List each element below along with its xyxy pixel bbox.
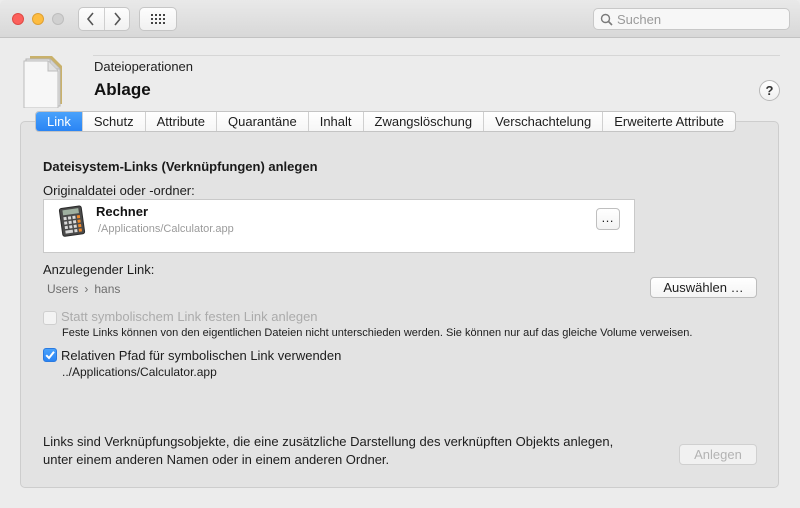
search-icon xyxy=(600,13,613,26)
hardlink-checkbox-label: Statt symbolischem Link festen Link anle… xyxy=(61,309,318,324)
select-target-button[interactable]: Auswählen … xyxy=(650,277,757,298)
tab-link[interactable]: Link xyxy=(36,112,82,131)
tab-inhalt[interactable]: Inhalt xyxy=(307,112,363,131)
source-app-name: Rechner xyxy=(96,204,149,219)
minimize-window-button[interactable] xyxy=(32,13,44,25)
source-app-path: /Applications/Calculator.app xyxy=(98,223,234,235)
description-line-1: Links sind Verknüpfungsobjekte, die eine… xyxy=(43,434,614,449)
breadcrumb-separator: › xyxy=(84,282,89,296)
chevron-right-icon xyxy=(114,12,122,26)
search-input[interactable] xyxy=(617,11,777,27)
toolbar xyxy=(0,0,800,38)
tab-schutz[interactable]: Schutz xyxy=(81,112,145,131)
create-link-button[interactable]: Anlegen xyxy=(679,444,757,465)
checkmark-icon xyxy=(45,351,55,360)
maximize-window-button[interactable] xyxy=(52,13,64,25)
description-line-2: unter einem anderen Namen oder in einem … xyxy=(43,452,390,467)
breadcrumb: Users › hans xyxy=(47,282,120,296)
page-subtitle: Dateioperationen xyxy=(94,59,194,74)
tab-quarantaene[interactable]: Quarantäne xyxy=(216,112,308,131)
tab-attribute[interactable]: Attribute xyxy=(144,112,216,131)
relative-path-checkbox[interactable] xyxy=(43,348,57,362)
hardlink-note: Feste Links können von den eigentlichen … xyxy=(62,327,693,339)
relative-path-value: ../Applications/Calculator.app xyxy=(62,365,217,379)
tab-erweiterte-attribute[interactable]: Erweiterte Attribute xyxy=(602,112,735,131)
page-title: Ablage xyxy=(94,80,151,99)
description-text: Links sind Verknüpfungsobjekte, die eine… xyxy=(43,433,663,469)
section-title: Dateisystem-Links (Verknüpfungen) anlege… xyxy=(43,159,318,174)
app-window: Dateioperationen Ablage ? Link Schutz At… xyxy=(0,0,800,508)
forward-button[interactable] xyxy=(103,8,129,30)
source-file-box[interactable]: Rechner /Applications/Calculator.app … xyxy=(43,199,635,253)
help-button[interactable]: ? xyxy=(759,80,780,101)
show-all-button[interactable] xyxy=(139,7,177,31)
breadcrumb-item-users[interactable]: Users xyxy=(47,282,78,296)
choose-source-button[interactable]: … xyxy=(596,208,620,230)
navigation-buttons xyxy=(78,7,130,31)
calculator-icon xyxy=(58,205,88,237)
link-target-label: Anzulegender Link: xyxy=(43,262,155,277)
chevron-left-icon xyxy=(87,12,95,26)
search-field[interactable] xyxy=(593,8,790,30)
tab-verschachtelung[interactable]: Verschachtelung xyxy=(483,112,602,131)
header-divider xyxy=(93,55,780,56)
grid-icon xyxy=(151,14,165,24)
close-window-button[interactable] xyxy=(12,13,24,25)
breadcrumb-item-hans[interactable]: hans xyxy=(94,282,120,296)
document-icon xyxy=(20,52,68,109)
tab-bar: Link Schutz Attribute Quarantäne Inhalt … xyxy=(35,111,737,132)
back-button[interactable] xyxy=(79,8,104,30)
tab-zwangsloeschung[interactable]: Zwangslöschung xyxy=(362,112,484,131)
hardlink-checkbox[interactable] xyxy=(43,311,57,325)
relative-path-checkbox-label: Relativen Pfad für symbolischen Link ver… xyxy=(61,348,342,363)
source-label: Originaldatei oder -ordner: xyxy=(43,183,195,198)
